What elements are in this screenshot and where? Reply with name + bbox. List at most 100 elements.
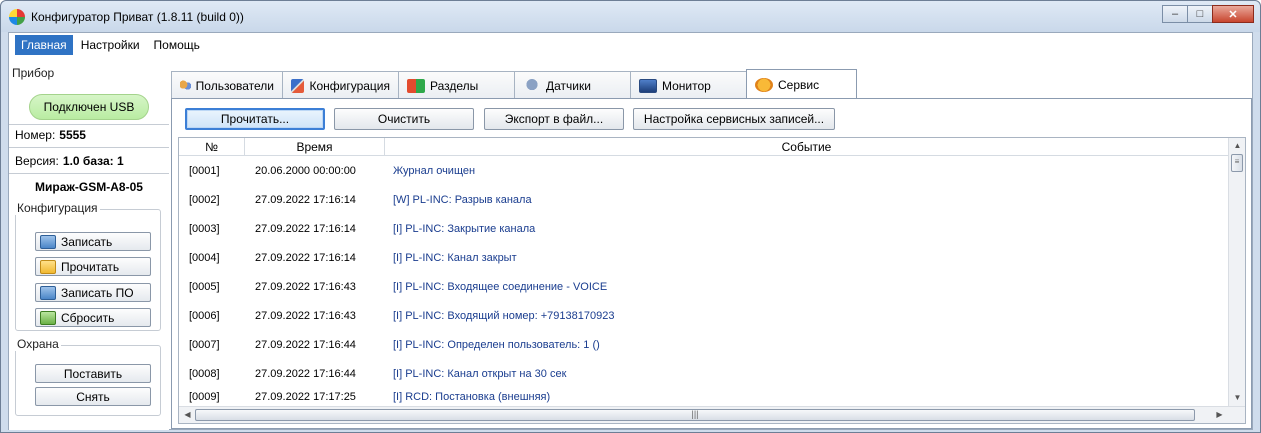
- folder-icon: [40, 259, 56, 274]
- table-row[interactable]: [0001] 20.06.2000 00:00:00 Журнал очищен: [179, 156, 1229, 185]
- tab-sensors-label: Датчики: [546, 78, 591, 93]
- tab-monitor[interactable]: Монитор: [630, 71, 747, 99]
- column-header-event[interactable]: Событие: [385, 138, 1229, 156]
- cell-number: [0004]: [189, 251, 220, 264]
- cell-time: 27.09.2022 17:16:14: [255, 251, 356, 264]
- divider: [9, 173, 169, 174]
- table-row[interactable]: [0002] 27.09.2022 17:16:14 [W] PL-INC: Раз…: [179, 185, 1229, 214]
- tab-service-label: Сервис: [778, 77, 820, 92]
- cell-time: 27.09.2022 17:16:44: [255, 367, 356, 380]
- table-header: № Время Событие: [179, 138, 1229, 156]
- cell-event: [I] PL-INC: Входящее соединение - VOICE: [393, 280, 608, 293]
- scroll-left-icon[interactable]: ◀: [179, 410, 196, 419]
- sections-icon: [407, 78, 425, 93]
- cell-number: [0001]: [189, 164, 220, 177]
- table-row[interactable]: [0005] 27.09.2022 17:16:43 [I] PL-INC: Вхо…: [179, 272, 1229, 301]
- cell-number: [0009]: [189, 391, 220, 403]
- divider: [9, 147, 169, 148]
- reset-icon: [40, 310, 56, 325]
- tab-users-label: Пользователи: [195, 78, 274, 93]
- tab-sections[interactable]: Разделы: [398, 71, 515, 99]
- menu-help[interactable]: Помощь: [148, 35, 206, 55]
- number-label: Номер:: [15, 128, 56, 142]
- cell-time: 27.09.2022 17:17:25: [255, 391, 356, 403]
- sensors-icon: [523, 78, 541, 93]
- cell-number: [0005]: [189, 280, 220, 293]
- cell-time: 27.09.2022 17:16:14: [255, 193, 356, 206]
- scroll-down-icon[interactable]: ▼: [1229, 393, 1245, 402]
- horizontal-scroll-thumb[interactable]: |||: [195, 409, 1195, 421]
- disarm-button[interactable]: Снять: [35, 387, 151, 406]
- disk-icon: [40, 234, 56, 249]
- write-firmware-button[interactable]: Записать ПО: [35, 283, 151, 302]
- monitor-icon: [639, 78, 657, 93]
- device-model: Мираж-GSM-A8-05: [35, 180, 143, 194]
- version-value: 1.0 база: 1: [62, 154, 124, 168]
- scroll-right-icon[interactable]: ▶: [1211, 410, 1228, 419]
- vertical-scroll-thumb[interactable]: ≡: [1231, 154, 1243, 172]
- table-row[interactable]: [0004] 27.09.2022 17:16:14 [I] PL-INC: Кан…: [179, 243, 1229, 272]
- guard-group-label: Охрана: [15, 337, 61, 351]
- tab-service[interactable]: Сервис: [746, 69, 857, 99]
- app-window: Конфигуратор Приват (1.8.11 (build 0)) –…: [0, 0, 1261, 433]
- menu-settings[interactable]: Настройки: [75, 35, 146, 55]
- arm-button[interactable]: Поставить: [35, 364, 151, 383]
- read-config-button[interactable]: Прочитать: [35, 257, 151, 276]
- cell-number: [0003]: [189, 222, 220, 235]
- cell-number: [0007]: [189, 338, 220, 351]
- clear-log-button[interactable]: Очистить: [334, 108, 474, 130]
- tab-monitor-label: Монитор: [662, 78, 711, 93]
- device-version: Версия: 1.0 база: 1: [15, 154, 124, 168]
- column-header-time[interactable]: Время: [245, 138, 385, 156]
- client-area: Главная Настройки Помощь Прибор Подключе…: [8, 32, 1253, 430]
- reset-config-label: Сбросить: [61, 310, 115, 325]
- tab-users[interactable]: Пользователи: [171, 71, 283, 99]
- cell-time: 27.09.2022 17:16:43: [255, 309, 356, 322]
- device-number: Номер: 5555: [15, 128, 86, 142]
- title-bar[interactable]: Конфигуратор Приват (1.8.11 (build 0)) –…: [1, 1, 1260, 32]
- cell-event: [I] PL-INC: Определен пользователь: 1 (): [393, 338, 600, 351]
- cell-time: 27.09.2022 17:16:43: [255, 280, 356, 293]
- horizontal-scrollbar[interactable]: ◀ ||| ▶: [179, 406, 1245, 423]
- table-row[interactable]: [0006] 27.09.2022 17:16:43 [I] PL-INC: Вхо…: [179, 301, 1229, 330]
- table-row[interactable]: [0007] 27.09.2022 17:16:44 [I] PL-INC: Опр…: [179, 330, 1229, 359]
- column-header-number[interactable]: №: [179, 138, 245, 156]
- menu-bar: Главная Настройки Помощь: [9, 33, 1252, 57]
- cell-number: [0008]: [189, 367, 220, 380]
- cell-event: [I] PL-INC: Канал закрыт: [393, 251, 517, 264]
- service-panel: Прочитать... Очистить Экспорт в файл... …: [171, 98, 1252, 429]
- scroll-up-icon[interactable]: ▲: [1229, 141, 1245, 150]
- service-records-settings-button[interactable]: Настройка сервисных записей...: [633, 108, 835, 130]
- maximize-button[interactable]: □: [1187, 5, 1213, 23]
- export-log-button[interactable]: Экспорт в файл...: [484, 108, 624, 130]
- divider: [9, 124, 169, 125]
- tab-bar: Пользователи Конфигурация Разделы Датчик…: [171, 69, 857, 99]
- table-row[interactable]: [0009] 27.09.2022 17:17:25 [I] RCD: Постан…: [179, 390, 1229, 404]
- device-group-label: Прибор: [10, 66, 57, 80]
- table-row[interactable]: [0003] 27.09.2022 17:16:14 [I] PL-INC: Зак…: [179, 214, 1229, 243]
- cell-number: [0002]: [189, 193, 220, 206]
- write-config-label: Записать: [61, 234, 113, 249]
- read-config-label: Прочитать: [61, 259, 120, 274]
- reset-config-button[interactable]: Сбросить: [35, 308, 151, 327]
- window-title: Конфигуратор Приват (1.8.11 (build 0)): [31, 10, 244, 24]
- menu-main[interactable]: Главная: [15, 35, 73, 55]
- read-log-button[interactable]: Прочитать...: [185, 108, 325, 130]
- tab-configuration[interactable]: Конфигурация: [282, 71, 399, 99]
- users-icon: [180, 78, 191, 93]
- left-panel: Прибор Подключен USB Номер: 5555 Версия: 1…: [9, 58, 169, 430]
- version-label: Версия:: [15, 154, 59, 168]
- tab-sensors[interactable]: Датчики: [514, 71, 631, 99]
- app-logo-icon: [9, 9, 25, 25]
- number-value: 5555: [59, 128, 86, 142]
- write-firmware-label: Записать ПО: [61, 285, 134, 300]
- minimize-button[interactable]: –: [1162, 5, 1188, 23]
- close-button[interactable]: ✕: [1212, 5, 1254, 23]
- table-row[interactable]: [0008] 27.09.2022 17:16:44 [I] PL-INC: Кан…: [179, 359, 1229, 388]
- cell-event: [I] PL-INC: Канал открыт на 30 сек: [393, 367, 567, 380]
- write-config-button[interactable]: Записать: [35, 232, 151, 251]
- cell-time: 20.06.2000 00:00:00: [255, 164, 356, 177]
- event-log-table[interactable]: № Время Событие [0001] 20.06.2000 00:00:0…: [178, 137, 1246, 424]
- vertical-scrollbar[interactable]: ▲ ≡ ▼: [1228, 138, 1245, 408]
- cell-time: 27.09.2022 17:16:14: [255, 222, 356, 235]
